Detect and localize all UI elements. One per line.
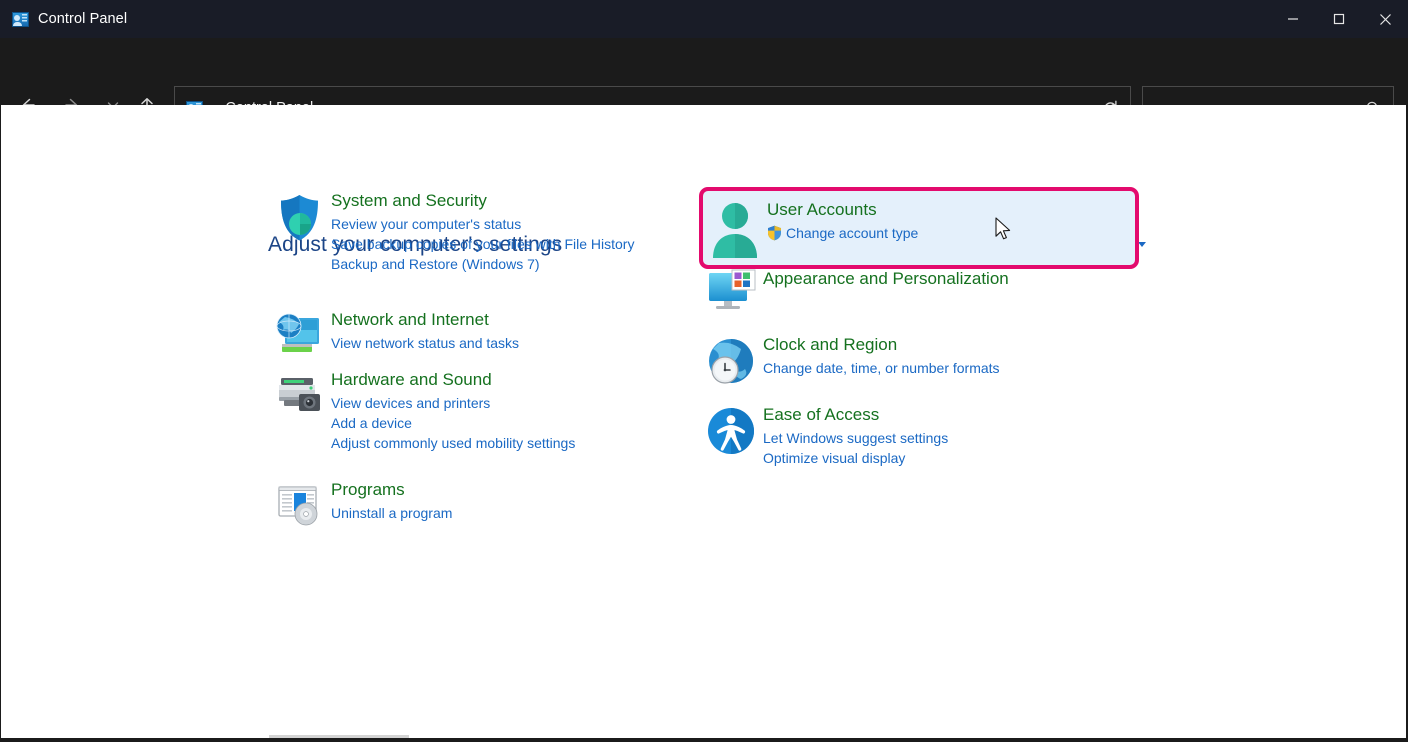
content-area: Adjust your computer's settings View by:… <box>1 105 1406 738</box>
category-title[interactable]: Clock and Region <box>763 333 1000 356</box>
printer-icon <box>267 368 331 420</box>
category-title[interactable]: Network and Internet <box>331 308 519 331</box>
category-system-and-security[interactable]: System and Security Review your computer… <box>267 189 687 274</box>
category-link[interactable]: Change account type <box>767 223 918 243</box>
category-body: Programs Uninstall a program <box>331 478 452 523</box>
control-panel-icon <box>12 11 29 27</box>
category-link[interactable]: View network status and tasks <box>331 333 519 353</box>
uac-shield-icon <box>767 225 782 241</box>
category-title[interactable]: System and Security <box>331 189 634 212</box>
category-programs[interactable]: Programs Uninstall a program <box>267 478 687 530</box>
category-body: Appearance and Personalization <box>763 267 1009 292</box>
category-body: Ease of Access Let Windows suggest setti… <box>763 403 948 468</box>
category-hardware-and-sound[interactable]: Hardware and Sound View devices and prin… <box>267 368 687 453</box>
category-link-text: Let Windows suggest settings <box>763 430 949 446</box>
shield-icon <box>267 189 331 244</box>
maximize-button[interactable] <box>1316 0 1362 38</box>
category-link[interactable]: Review your computer's status <box>331 214 634 234</box>
category-appearance-and-personalization[interactable]: Appearance and Personalization <box>699 267 1144 317</box>
category-body: Clock and Region Change date, time, or n… <box>763 333 1000 378</box>
close-button[interactable] <box>1362 0 1408 38</box>
control-panel-window: Control Panel Adjust your computer's set… <box>0 0 1408 742</box>
category-body: System and Security Review your computer… <box>331 189 634 274</box>
category-link-text: Optimize visual display <box>763 450 906 466</box>
title-bar-left: Control Panel <box>0 11 127 27</box>
caption-buttons <box>1270 0 1408 38</box>
category-link[interactable]: View devices and printers <box>331 393 575 413</box>
category-link[interactable]: Add a device <box>331 413 575 433</box>
category-link[interactable]: Backup and Restore (Windows 7) <box>331 254 634 274</box>
category-link[interactable]: Adjust commonly used mobility settings <box>331 433 575 453</box>
category-link[interactable]: Change date, time, or number formats <box>763 358 1000 378</box>
minimize-button[interactable] <box>1270 0 1316 38</box>
display-personalization-icon <box>699 267 763 317</box>
navigation-toolbar: › Control Panel › <box>0 38 1408 130</box>
status-bar-sliver <box>269 735 409 738</box>
category-link-text: Change account type <box>786 225 919 241</box>
title-bar: Control Panel <box>0 0 1408 38</box>
accessibility-icon <box>699 403 763 457</box>
category-link[interactable]: Uninstall a program <box>331 503 452 523</box>
programs-disc-icon <box>267 478 331 530</box>
category-title[interactable]: Appearance and Personalization <box>763 267 1009 290</box>
category-clock-and-region[interactable]: Clock and Region Change date, time, or n… <box>699 333 1144 388</box>
user-account-icon <box>703 198 767 258</box>
category-title[interactable]: User Accounts <box>767 198 918 221</box>
category-ease-of-access[interactable]: Ease of Access Let Windows suggest setti… <box>699 403 1144 468</box>
category-link-text: Change date, time, or number formats <box>763 360 1000 376</box>
category-network-and-internet[interactable]: Network and Internet View network status… <box>267 308 687 362</box>
category-body: Hardware and Sound View devices and prin… <box>331 368 575 453</box>
category-link[interactable]: Let Windows suggest settings <box>763 428 948 448</box>
category-link[interactable]: Save backup copies of your files with Fi… <box>331 234 634 254</box>
category-title[interactable]: Programs <box>331 478 452 501</box>
category-title[interactable]: Hardware and Sound <box>331 368 575 391</box>
chevron-down-icon <box>1138 241 1146 247</box>
window-title: Control Panel <box>38 11 128 27</box>
category-user-accounts[interactable]: User Accounts Change account type <box>699 187 1139 269</box>
category-body: Network and Internet View network status… <box>331 308 519 353</box>
category-title[interactable]: Ease of Access <box>763 403 948 426</box>
category-body: User Accounts Change account type <box>767 198 918 243</box>
network-globe-monitor-icon <box>267 308 331 362</box>
category-link[interactable]: Optimize visual display <box>763 448 948 468</box>
clock-globe-icon <box>699 333 763 388</box>
